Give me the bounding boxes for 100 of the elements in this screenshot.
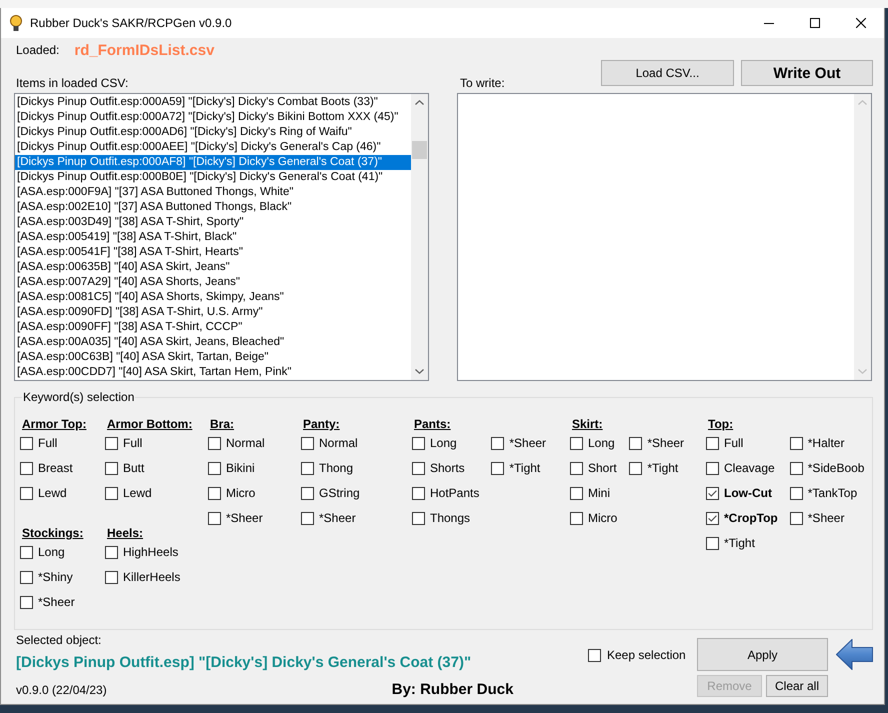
checkbox-label[interactable]: Thongs (430, 511, 470, 526)
list-item[interactable]: [ASA.esp:003D49] "[38] ASA T-Shirt, Sporty" (15, 215, 411, 230)
checkbox[interactable] (790, 462, 803, 475)
checkbox-label[interactable]: Long (430, 436, 457, 451)
list-item[interactable]: [Dickys Pinup Outfit.esp:000A72] "[Dicky's] Dicky's Bikini Bottom XXX (45)" (15, 110, 411, 125)
write-out-button[interactable]: Write Out (741, 60, 873, 86)
checkbox[interactable] (570, 512, 583, 525)
checkbox-label[interactable]: *Tight (509, 461, 540, 476)
checkbox-label[interactable]: *Sheer (808, 511, 844, 526)
checkbox[interactable] (105, 546, 118, 559)
list-item[interactable]: [ASA.esp:002E10] "[37] ASA Buttoned Thongs, Black" (15, 200, 411, 215)
checkbox-label[interactable]: *Sheer (38, 595, 75, 610)
checkbox-label[interactable]: Lewd (38, 486, 67, 501)
checkbox[interactable] (301, 487, 314, 500)
to-write-field[interactable] (457, 93, 872, 381)
checkbox-label[interactable]: Normal (226, 436, 265, 451)
checkbox-label[interactable]: Butt (123, 461, 144, 476)
checkbox[interactable] (706, 437, 719, 450)
chevron-down-icon[interactable] (415, 369, 424, 374)
checkbox-label[interactable]: Low-Cut (724, 486, 772, 501)
apply-button[interactable]: Apply (697, 638, 828, 671)
list-item[interactable]: [Dickys Pinup Outfit.esp:000B0E] "[Dicky's] Dicky's General's Coat (41)" (15, 170, 411, 185)
checkbox-label[interactable]: Bikini (226, 461, 255, 476)
action-button[interactable]: Clear all (766, 675, 828, 697)
checkbox-label[interactable]: Short (588, 461, 617, 476)
checkbox[interactable] (301, 512, 314, 525)
checkbox-label[interactable]: Keep selection (607, 648, 686, 662)
checkbox-label[interactable]: Breast (38, 461, 73, 476)
checkbox-label[interactable]: *Halter (808, 436, 844, 451)
checkbox[interactable] (20, 437, 33, 450)
checkbox-label[interactable]: *Sheer (319, 511, 356, 526)
checkbox[interactable] (105, 437, 118, 450)
scrollbar[interactable] (411, 94, 428, 380)
list-item[interactable]: [Dickys Pinup Outfit.esp:000AD6] "[Dicky's] Dicky's Ring of Waifu" (15, 125, 411, 140)
checkbox-label[interactable]: Normal (319, 436, 358, 451)
checkbox-label[interactable]: Full (123, 436, 142, 451)
list-item[interactable]: [ASA.esp:00A035] "[40] ASA Skirt, Jeans, Bleached" (15, 335, 411, 350)
checkbox[interactable] (588, 648, 601, 662)
checkbox-label[interactable]: Micro (588, 511, 618, 526)
checkbox-label[interactable]: *Sheer (226, 511, 263, 526)
checkbox-label[interactable]: HighHeels (123, 545, 178, 560)
checkbox[interactable] (20, 571, 33, 584)
list-item[interactable]: [ASA.esp:00CDD7] "[40] ASA Skirt, Tartan Hem, Pink" (15, 365, 411, 380)
checkbox[interactable] (790, 512, 803, 525)
checkbox[interactable] (105, 571, 118, 584)
checkbox[interactable] (208, 437, 221, 450)
checkbox[interactable] (412, 487, 425, 500)
list-item[interactable]: [Dickys Pinup Outfit.esp:000AEE] "[Dicky's] Dicky's General's Cap (46)" (15, 140, 411, 155)
checkbox[interactable] (706, 462, 719, 475)
checkbox-label[interactable]: *Tight (647, 461, 678, 476)
checkbox[interactable] (20, 487, 33, 500)
checkbox[interactable] (706, 487, 719, 500)
checkbox[interactable] (629, 437, 642, 450)
checkbox[interactable] (491, 462, 504, 475)
checkbox-label[interactable]: Thong (319, 461, 354, 476)
list-item[interactable]: [ASA.esp:0081C5] "[40] ASA Shorts, Skimpy, Jeans" (15, 290, 411, 305)
checkbox-label[interactable]: *Sheer (509, 436, 546, 451)
checkbox[interactable] (491, 437, 504, 450)
checkbox-label[interactable]: Cleavage (724, 461, 775, 476)
list-item[interactable]: [ASA.esp:0090FD] "[38] ASA T-Shirt, U.S. Army" (15, 305, 411, 320)
checkbox-label[interactable]: Full (724, 436, 744, 451)
checkbox-label[interactable]: *Shiny (38, 570, 73, 585)
checkbox[interactable] (570, 437, 583, 450)
checkbox[interactable] (301, 437, 314, 450)
list-item[interactable]: [ASA.esp:005419] "[38] ASA T-Shirt, Black" (15, 230, 411, 245)
chevron-up-icon[interactable] (415, 100, 424, 105)
checkbox-label[interactable]: HotPants (430, 486, 480, 501)
load-csv-button[interactable]: Load CSV... (601, 60, 734, 86)
checkbox[interactable] (790, 437, 803, 450)
checkbox-label[interactable]: *Tight (724, 536, 755, 551)
checkbox[interactable] (570, 487, 583, 500)
checkbox-label[interactable]: Shorts (430, 461, 465, 476)
checkbox-label[interactable]: Long (588, 436, 615, 451)
checkbox[interactable] (629, 462, 642, 475)
checkbox[interactable] (412, 462, 425, 475)
checkbox-label[interactable]: Lewd (123, 486, 152, 501)
scrollbar-thumb[interactable] (412, 141, 427, 159)
checkbox[interactable] (412, 437, 425, 450)
checkbox[interactable] (706, 512, 719, 525)
checkbox-label[interactable]: *CropTop (724, 511, 778, 526)
checkbox[interactable] (105, 462, 118, 475)
checkbox-label[interactable]: *TankTop (808, 486, 858, 501)
checkbox-label[interactable]: *SideBoob (808, 461, 864, 476)
checkbox[interactable] (20, 462, 33, 475)
checkbox[interactable] (412, 512, 425, 525)
checkbox[interactable] (208, 487, 221, 500)
checkbox[interactable] (20, 596, 33, 609)
list-item[interactable]: [Dickys Pinup Outfit.esp:000A59] "[Dicky's] Dicky's Combat Boots (33)" (15, 95, 411, 110)
checkbox-label[interactable]: Micro (226, 486, 256, 501)
checkbox[interactable] (790, 487, 803, 500)
checkbox[interactable] (208, 512, 221, 525)
checkbox-label[interactable]: *Sheer (647, 436, 684, 451)
list-item[interactable]: [ASA.esp:000F9A] "[37] ASA Buttoned Thongs, White" (15, 185, 411, 200)
checkbox[interactable] (105, 487, 118, 500)
list-item[interactable]: [ASA.esp:0090FF] "[38] ASA T-Shirt, CCCP" (15, 320, 411, 335)
checkbox[interactable] (570, 462, 583, 475)
checkbox-label[interactable]: KillerHeels (123, 570, 180, 585)
list-item[interactable]: [ASA.esp:00C63B] "[40] ASA Skirt, Tartan, Beige" (15, 350, 411, 365)
list-item[interactable]: [Dickys Pinup Outfit.esp:000AF8] "[Dicky's] Dicky's General's Coat (37)" (15, 155, 411, 170)
list-item[interactable]: [ASA.esp:007A29] "[40] ASA Shorts, Jeans" (15, 275, 411, 290)
